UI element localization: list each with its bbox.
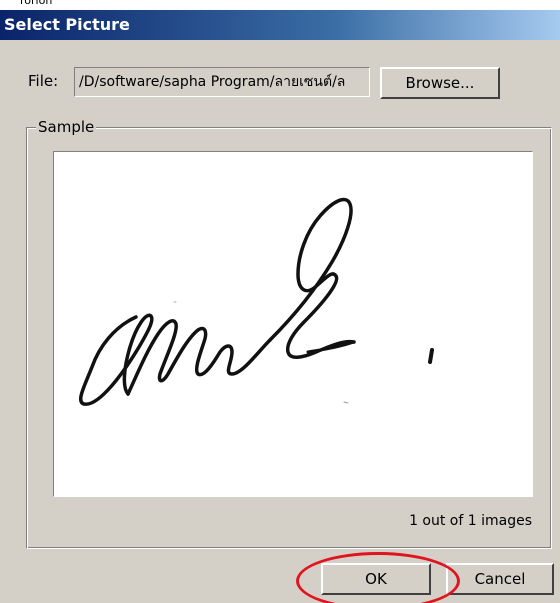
dialog-titlebar[interactable]: Select Picture [0,10,560,40]
signature-image [79,197,434,406]
sample-legend: Sample [36,118,97,136]
background-window-strip: rorion [0,0,560,10]
file-path-field[interactable]: /D/software/sapha Program/ลายเซนต์/ล [74,67,370,97]
browse-button[interactable]: Browse... [380,67,500,99]
file-label: File: [28,72,59,90]
image-counter: 1 out of 1 images [409,513,532,529]
cancel-button[interactable]: Cancel [446,563,554,595]
dialog-title: Select Picture [4,15,130,34]
select-picture-dialog: rorion Select Picture File: /D/software/… [0,0,560,603]
background-window-text: rorion [20,0,53,7]
sample-preview [53,151,533,497]
ok-button[interactable]: OK [321,563,431,595]
